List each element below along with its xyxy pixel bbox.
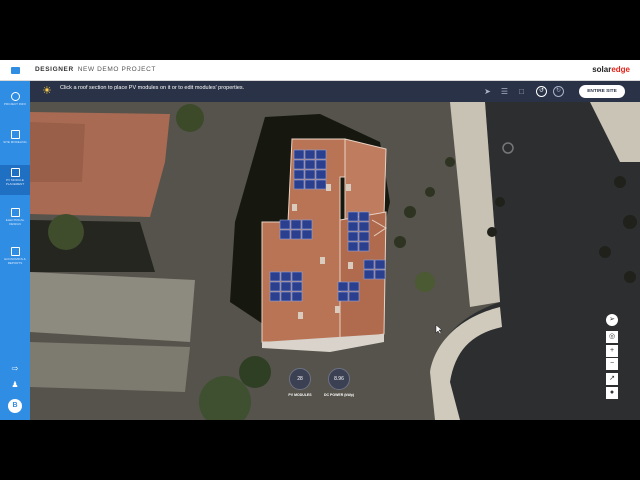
app-header: DESIGNER NEW DEMO PROJECT solaredge [0, 60, 640, 81]
entire-site-button[interactable]: ENTIRE SITE [579, 85, 625, 98]
select-pointer-icon[interactable]: ➤ [482, 86, 493, 97]
avatar[interactable]: B [8, 399, 22, 413]
sidebar-item-label: ECONOMICS & REPORTS [4, 257, 26, 265]
letterbox-top [0, 0, 640, 60]
users-icon: ♟ [11, 379, 19, 389]
zoom-out-button[interactable]: − [606, 358, 618, 370]
locate-icon[interactable]: ◎ [606, 331, 618, 343]
report-icon [10, 247, 20, 256]
sidebar-item-label: SITE MODELING [3, 140, 27, 144]
brand-logo: solaredge [592, 65, 630, 74]
left-sidebar: PROJECT INFO SITE MODELING PV MODULE PLA… [0, 81, 30, 420]
sidebar-item-site-modeling[interactable]: SITE MODELING [0, 127, 30, 157]
compass-icon[interactable]: ➢ [606, 314, 618, 326]
sun-icon: ☀ [42, 85, 52, 97]
sidebar-item-label: ELECTRICAL DESIGN [5, 218, 25, 226]
designer-app: 28 PV MODULES 8.96 DC POWER (kWp) ➢ ◎ + … [0, 60, 640, 420]
map-view[interactable]: 28 PV MODULES 8.96 DC POWER (kWp) [30, 102, 640, 420]
redo-icon[interactable]: ↻ [553, 86, 564, 97]
view-mode-icon[interactable]: ● [606, 387, 618, 399]
sidebar-item-label: PROJECT INFO [4, 102, 26, 106]
dc-power-label: DC POWER (kWp) [324, 393, 354, 397]
panel-grid-icon [10, 168, 20, 177]
frame-icon[interactable]: □ [516, 86, 527, 97]
sidebar-item-pv-module-placement[interactable]: PV MODULE PLACEMENT [0, 165, 30, 195]
page-title: DESIGNER NEW DEMO PROJECT [35, 66, 156, 73]
sidebar-item-electrical-design[interactable]: ELECTRICAL DESIGN [0, 205, 30, 235]
dc-power-value: 8.96 [328, 368, 350, 390]
sidebar-item-project-info[interactable]: PROJECT INFO [0, 89, 30, 119]
users-button[interactable]: ♟ [0, 377, 30, 391]
brand-prefix: solar [592, 65, 612, 74]
zoom-in-button[interactable]: + [606, 345, 618, 357]
export-button[interactable]: ⇨ [0, 361, 30, 375]
home-icon [10, 130, 20, 139]
folder-button[interactable] [0, 60, 30, 81]
undo-icon[interactable]: ↺ [536, 86, 547, 97]
sidebar-item-label: PV MODULE PLACEMENT [5, 178, 25, 186]
measure-icon[interactable]: ↗ [606, 373, 618, 385]
dc-power-stat: 8.96 DC POWER (kWp) [309, 368, 369, 397]
project-name: NEW DEMO PROJECT [77, 66, 156, 73]
info-icon [10, 92, 20, 101]
letterbox-bottom [0, 420, 640, 480]
design-toolbar: ☀ Click a roof section to place PV modul… [30, 81, 640, 102]
export-icon: ⇨ [11, 363, 19, 373]
brand-suffix: edge [611, 65, 630, 74]
instruction-text: Click a roof section to place PV modules… [60, 85, 245, 91]
sidebar-item-economics-reports[interactable]: ECONOMICS & REPORTS [0, 244, 30, 274]
app-name: DESIGNER [35, 66, 74, 73]
electrical-icon [10, 208, 20, 217]
module-list-icon[interactable]: ☰ [499, 86, 510, 97]
pv-modules-value: 28 [289, 368, 311, 390]
folder-icon [10, 67, 20, 74]
